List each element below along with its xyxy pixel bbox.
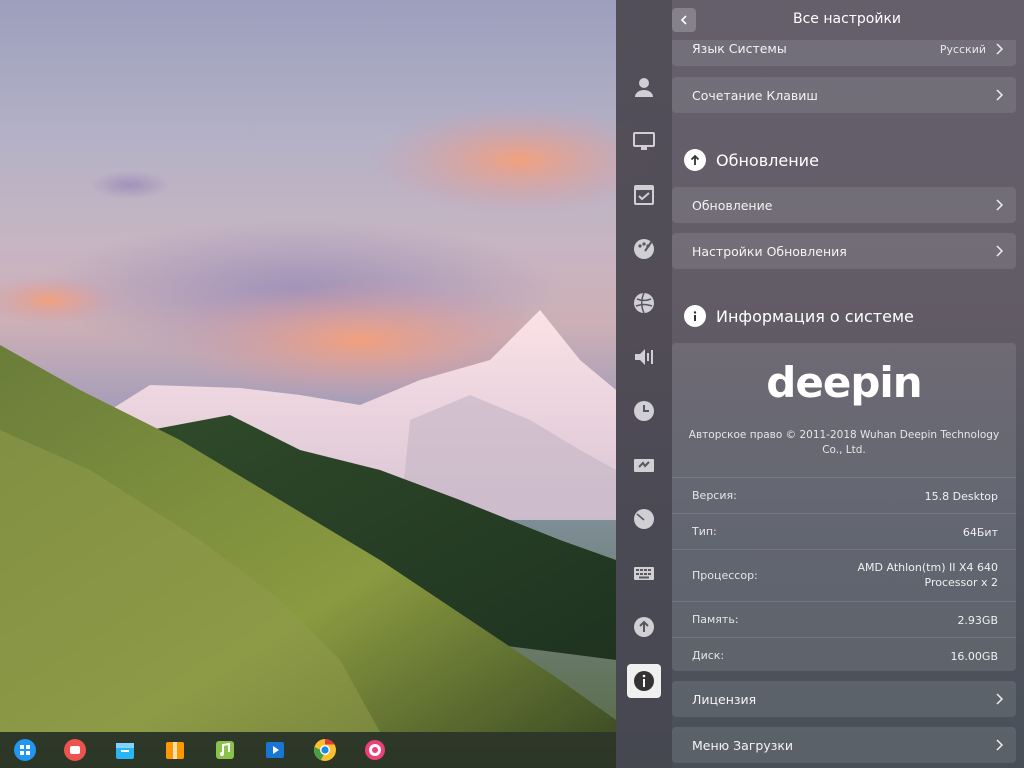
system-info-icon[interactable] bbox=[627, 664, 661, 698]
personalization-icon[interactable] bbox=[627, 232, 661, 266]
control-center-panel: Все настройки Язык Системы Русский Сочет… bbox=[616, 0, 1024, 768]
settings-content: Язык Системы Русский Сочетание Клавиш Об… bbox=[672, 40, 1024, 768]
control-center-icon[interactable] bbox=[361, 736, 389, 764]
memory-row: Память: 2.93GB bbox=[672, 601, 1016, 637]
sound-icon[interactable] bbox=[627, 340, 661, 374]
screen-recorder-icon[interactable] bbox=[61, 736, 89, 764]
update-settings-label: Настройки Обновления bbox=[692, 244, 847, 259]
keyboard-shortcuts-row[interactable]: Сочетание Клавиш bbox=[672, 77, 1016, 113]
chevron-right-icon bbox=[996, 43, 1004, 55]
type-value: 64Бит bbox=[962, 526, 998, 539]
update-label: Обновление bbox=[692, 198, 773, 213]
archive-manager-icon[interactable] bbox=[161, 736, 189, 764]
page-title: Все настройки bbox=[792, 11, 902, 27]
system-language-label: Язык Системы bbox=[692, 41, 787, 56]
dock bbox=[0, 732, 616, 768]
license-label: Лицензия bbox=[692, 692, 757, 707]
keyboard-shortcuts-label: Сочетание Клавиш bbox=[692, 88, 818, 103]
system-language-value: Русский bbox=[939, 43, 986, 56]
system-language-row[interactable]: Язык Системы Русский bbox=[672, 40, 1016, 66]
network-icon[interactable] bbox=[627, 286, 661, 320]
copyright-text: Авторское право © 2011-2018 Wuhan Deepin… bbox=[688, 429, 1000, 456]
update-icon bbox=[684, 149, 706, 171]
version-row: Версия: 15.8 Desktop bbox=[672, 477, 1016, 513]
chevron-right-icon bbox=[996, 89, 1004, 101]
version-key: Версия: bbox=[692, 489, 737, 502]
system-info-card: deepin Авторское право © 2011-2018 Wuhan… bbox=[672, 343, 1016, 671]
memory-value: 2.93GB bbox=[957, 614, 998, 627]
disk-row: Диск: 16.00GB bbox=[672, 637, 1016, 671]
processor-row: Процессор: AMD Athlon(tm) II X4 640 Proc… bbox=[672, 549, 1016, 601]
type-row: Тип: 64Бит bbox=[672, 513, 1016, 549]
disk-value: 16.00GB bbox=[950, 650, 998, 663]
chevron-right-icon bbox=[996, 693, 1004, 705]
movie-icon[interactable] bbox=[261, 736, 289, 764]
keyboard-icon[interactable] bbox=[627, 556, 661, 590]
time-icon[interactable] bbox=[627, 394, 661, 428]
license-row[interactable]: Лицензия bbox=[672, 681, 1016, 717]
processor-key: Процессор: bbox=[692, 569, 758, 582]
version-value: 15.8 Desktop bbox=[924, 490, 998, 503]
deepin-logo-text: deepin bbox=[766, 358, 921, 407]
update-section-header: Обновление bbox=[684, 149, 819, 171]
info-icon bbox=[684, 305, 706, 327]
processor-value: AMD Athlon(tm) II X4 640 Processor x 2 bbox=[857, 561, 998, 589]
chevron-right-icon bbox=[996, 245, 1004, 257]
disk-key: Диск: bbox=[692, 649, 725, 662]
update-section-title: Обновление bbox=[716, 150, 819, 170]
memory-key: Память: bbox=[692, 613, 739, 626]
deepin-logo: deepin bbox=[672, 357, 1016, 415]
system-info-section-title: Информация о системе bbox=[716, 306, 914, 326]
update-row[interactable]: Обновление bbox=[672, 187, 1016, 223]
boot-menu-row[interactable]: Меню Загрузки bbox=[672, 727, 1016, 763]
mouse-icon[interactable] bbox=[627, 502, 661, 536]
boot-menu-label: Меню Загрузки bbox=[692, 738, 794, 753]
launcher-icon[interactable] bbox=[11, 736, 39, 764]
system-info-section-header: Информация о системе bbox=[684, 305, 914, 327]
chevron-right-icon bbox=[996, 199, 1004, 211]
type-key: Тип: bbox=[692, 525, 717, 538]
update-icon[interactable] bbox=[627, 610, 661, 644]
default-apps-icon[interactable] bbox=[627, 178, 661, 212]
power-icon[interactable] bbox=[627, 448, 661, 482]
settings-sidebar bbox=[616, 0, 672, 768]
update-settings-row[interactable]: Настройки Обновления bbox=[672, 233, 1016, 269]
chevron-right-icon bbox=[996, 739, 1004, 751]
app-store-icon[interactable] bbox=[111, 736, 139, 764]
accounts-icon[interactable] bbox=[627, 70, 661, 104]
display-icon[interactable] bbox=[627, 124, 661, 158]
chrome-icon[interactable] bbox=[311, 736, 339, 764]
music-icon[interactable] bbox=[211, 736, 239, 764]
